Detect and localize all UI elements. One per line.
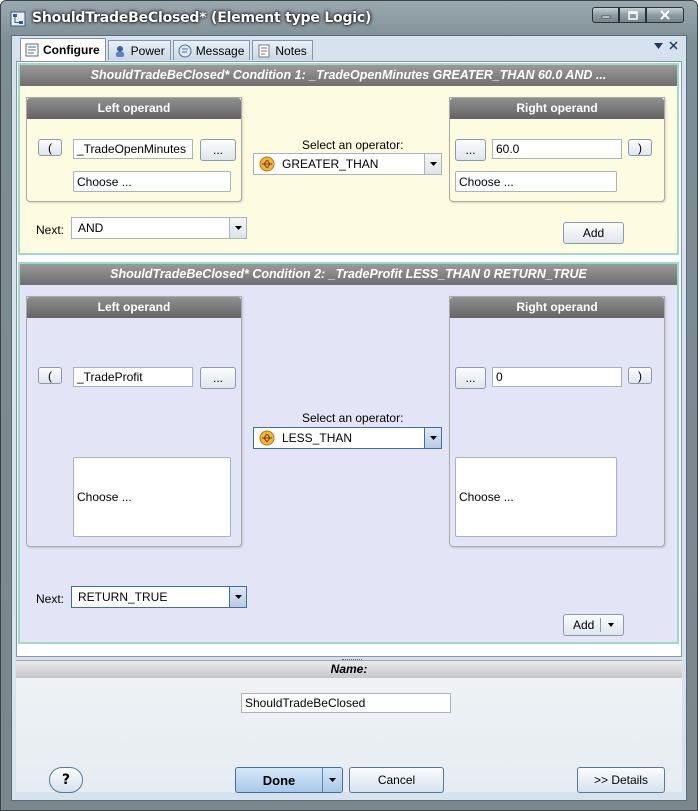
- message-icon: [178, 44, 192, 57]
- logic-element-window: ShouldTradeBeClosed* (Element type Logic…: [0, 0, 698, 811]
- chevron-down-icon[interactable]: [322, 768, 342, 792]
- operator-icon: [259, 156, 275, 172]
- minimize-icon: [601, 15, 610, 19]
- right-choose-field[interactable]: Choose ...: [455, 457, 617, 537]
- right-operand-input[interactable]: 60.0: [492, 139, 622, 159]
- tab-configure[interactable]: Configure: [20, 38, 106, 61]
- logic-element-icon: [10, 11, 26, 27]
- help-button[interactable]: ?: [49, 767, 83, 793]
- right-operand-input[interactable]: 0: [492, 367, 622, 387]
- add-split-button[interactable]: Add: [563, 614, 624, 636]
- add-label: Add: [564, 618, 602, 632]
- left-browse-button[interactable]: ...: [200, 139, 236, 161]
- next-select[interactable]: AND: [71, 217, 247, 239]
- left-choose-field[interactable]: Choose ...: [73, 457, 231, 537]
- condition-header: ShouldTradeBeClosed* Condition 2: _Trade…: [20, 264, 677, 285]
- maximize-icon: [627, 10, 638, 20]
- close-button[interactable]: [646, 7, 684, 23]
- cancel-button[interactable]: Cancel: [349, 767, 444, 793]
- close-paren-button[interactable]: ): [628, 367, 652, 384]
- open-paren-button[interactable]: (: [38, 367, 62, 384]
- dropdown-icon[interactable]: [654, 42, 663, 49]
- operator-select[interactable]: LESS_THAN: [253, 427, 442, 449]
- left-choose-field[interactable]: Choose ...: [73, 171, 231, 192]
- left-operand-group: Left operand ( _TradeProfit ... Choose .…: [26, 296, 242, 547]
- right-operand-group: Right operand ... 60.0 ) Choose ...: [449, 97, 665, 202]
- right-operand-title: Right operand: [450, 98, 664, 119]
- configure-icon: [25, 43, 39, 57]
- operator-label: Select an operator:: [302, 411, 404, 425]
- left-operand-title: Left operand: [27, 297, 241, 318]
- operator-value: LESS_THAN: [282, 431, 353, 445]
- tab-label: Message: [195, 43, 245, 58]
- operator-icon: [259, 430, 275, 446]
- close-pane-icon[interactable]: [669, 41, 678, 50]
- close-paren-button[interactable]: ): [628, 139, 652, 156]
- right-operand-group: Right operand ... 0 ) Choose ...: [449, 296, 665, 547]
- details-button[interactable]: >> Details: [577, 767, 665, 793]
- done-label[interactable]: Done: [236, 768, 322, 792]
- operator-label: Select an operator:: [302, 138, 404, 152]
- name-header: Name:: [16, 660, 682, 678]
- minimize-button[interactable]: [592, 7, 619, 23]
- tab-tools: [654, 41, 678, 50]
- left-operand-group: Left operand ( _TradeOpenMinutes ... Cho…: [26, 97, 242, 202]
- name-body: ShouldTradeBeClosed ? Done Cancel >> Det…: [16, 678, 682, 793]
- right-operand-title: Right operand: [450, 297, 664, 318]
- title-bar[interactable]: ShouldTradeBeClosed* (Element type Logic…: [1, 1, 697, 35]
- left-operand-title: Left operand: [27, 98, 241, 119]
- power-icon: [115, 45, 124, 57]
- chevron-down-icon[interactable]: [603, 622, 619, 628]
- left-operand-input[interactable]: _TradeOpenMinutes: [73, 139, 193, 159]
- next-select[interactable]: RETURN_TRUE: [71, 586, 247, 608]
- left-browse-button[interactable]: ...: [200, 367, 236, 389]
- left-operand-input[interactable]: _TradeProfit: [73, 367, 193, 387]
- open-paren-button[interactable]: (: [38, 139, 62, 156]
- add-button[interactable]: Add: [563, 222, 624, 244]
- tab-label: Power: [130, 43, 165, 58]
- next-label: Next:: [36, 223, 65, 237]
- operator-value: GREATER_THAN: [282, 157, 379, 171]
- condition-2: ShouldTradeBeClosed* Condition 2: _Trade…: [18, 262, 679, 644]
- tab-label: Configure: [43, 43, 100, 57]
- window-client: Configure Power Message Notes ShouldTrad…: [11, 35, 687, 801]
- name-input[interactable]: ShouldTradeBeClosed: [241, 693, 451, 713]
- right-browse-button[interactable]: ...: [455, 367, 486, 389]
- tab-message[interactable]: Message: [172, 40, 251, 60]
- chevron-down-icon[interactable]: [424, 154, 441, 174]
- next-value: RETURN_TRUE: [78, 590, 168, 604]
- tab-label: Notes: [275, 43, 307, 58]
- notes-icon: [258, 44, 270, 57]
- tab-strip: Configure Power Message Notes: [20, 38, 315, 61]
- maximize-button[interactable]: [619, 7, 646, 23]
- tab-notes[interactable]: Notes: [252, 40, 313, 60]
- name-panel: Name: ShouldTradeBeClosed ? Done Cancel …: [16, 660, 682, 793]
- done-split-button[interactable]: Done: [235, 767, 343, 793]
- next-label: Next:: [36, 592, 65, 606]
- chevron-down-icon[interactable]: [229, 218, 246, 238]
- close-icon: [660, 10, 670, 20]
- window-title: ShouldTradeBeClosed* (Element type Logic…: [32, 10, 372, 26]
- right-choose-field[interactable]: Choose ...: [455, 171, 617, 192]
- right-browse-button[interactable]: ...: [455, 139, 486, 161]
- chevron-down-icon[interactable]: [229, 587, 246, 607]
- next-value: AND: [78, 221, 104, 235]
- condition-header: ShouldTradeBeClosed* Condition 1: _Trade…: [20, 65, 677, 86]
- configure-panel: ShouldTradeBeClosed* Condition 1: _Trade…: [16, 61, 682, 657]
- tab-power[interactable]: Power: [107, 40, 171, 60]
- chevron-down-icon[interactable]: [424, 428, 441, 448]
- operator-select[interactable]: GREATER_THAN: [253, 153, 442, 175]
- condition-1: ShouldTradeBeClosed* Condition 1: _Trade…: [18, 63, 679, 255]
